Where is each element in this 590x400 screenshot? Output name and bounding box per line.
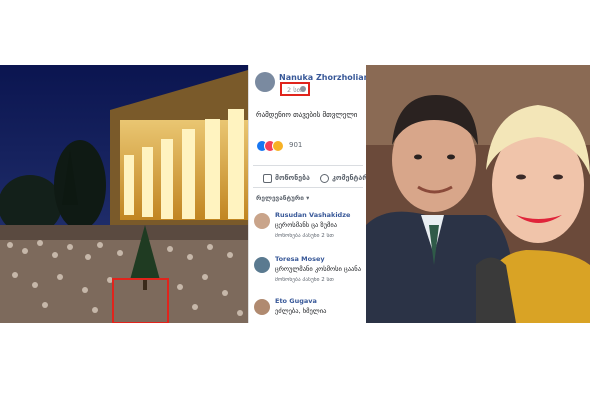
comment-button[interactable]: კომენტარი bbox=[332, 174, 366, 182]
facebook-post: Nanuka Zhorzholiani 2 სთ რამდენიო თავები… bbox=[248, 65, 368, 323]
rally-scene-illustration bbox=[0, 65, 248, 323]
comment-icon bbox=[320, 174, 329, 183]
reaction-count[interactable]: 901 bbox=[289, 141, 302, 149]
commenter-avatar[interactable] bbox=[254, 257, 270, 273]
comment-text: ცეროსმანს ცა ზუმია bbox=[275, 221, 338, 229]
commenter-avatar[interactable] bbox=[254, 299, 270, 315]
author-avatar[interactable] bbox=[255, 72, 275, 92]
comment-author[interactable]: Rusudan Vashakidze bbox=[275, 211, 365, 219]
timestamp-highlight-box bbox=[280, 82, 310, 96]
like-icon bbox=[263, 174, 272, 183]
comment-author[interactable]: Toresa Mosey bbox=[275, 255, 365, 263]
selfie-photo bbox=[366, 65, 590, 323]
comment-meta[interactable]: მოწონება პასუხი 2 სთ bbox=[275, 277, 365, 283]
divider bbox=[253, 187, 363, 188]
commenter-avatar[interactable] bbox=[254, 213, 270, 229]
like-button[interactable]: მოწონება bbox=[275, 174, 313, 182]
comment-text: ცროულმანი კოსმოსი ცაანა bbox=[275, 265, 362, 273]
haha-reaction-icon bbox=[272, 140, 284, 152]
post-author[interactable]: Nanuka Zhorzholiani bbox=[279, 73, 367, 82]
comment-sort-dropdown[interactable]: რელევანტური ▾ bbox=[256, 194, 309, 202]
divider bbox=[253, 165, 363, 166]
comment-text: ეძლება, ხმელია bbox=[275, 307, 327, 315]
comment-meta[interactable]: მოწონება პასუხი 2 სთ bbox=[275, 233, 365, 239]
comment-author[interactable]: Eto Gugava bbox=[275, 297, 365, 305]
post-text: რამდენიო თავების მთვლელი bbox=[256, 111, 358, 119]
selfie-illustration bbox=[366, 65, 590, 323]
rally-photo bbox=[0, 65, 248, 323]
